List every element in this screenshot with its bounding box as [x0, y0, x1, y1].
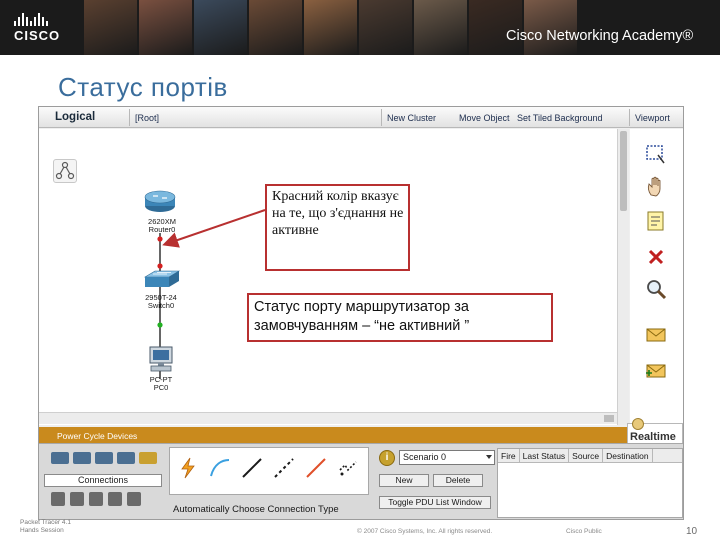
- port-status-callout: Статус порту маршрутизатор за замовчуван…: [247, 293, 553, 342]
- link-status-callout: Красний колір вказує на те, що з'єднання…: [265, 184, 410, 271]
- footer-public-label: Cisco Public: [566, 528, 602, 535]
- page-number: 10: [686, 526, 698, 537]
- footer-course-label: Packet Tracer 4.1 Hands Session: [20, 519, 71, 534]
- footer-copyright: © 2007 Cisco Systems, Inc. All rights re…: [357, 528, 493, 535]
